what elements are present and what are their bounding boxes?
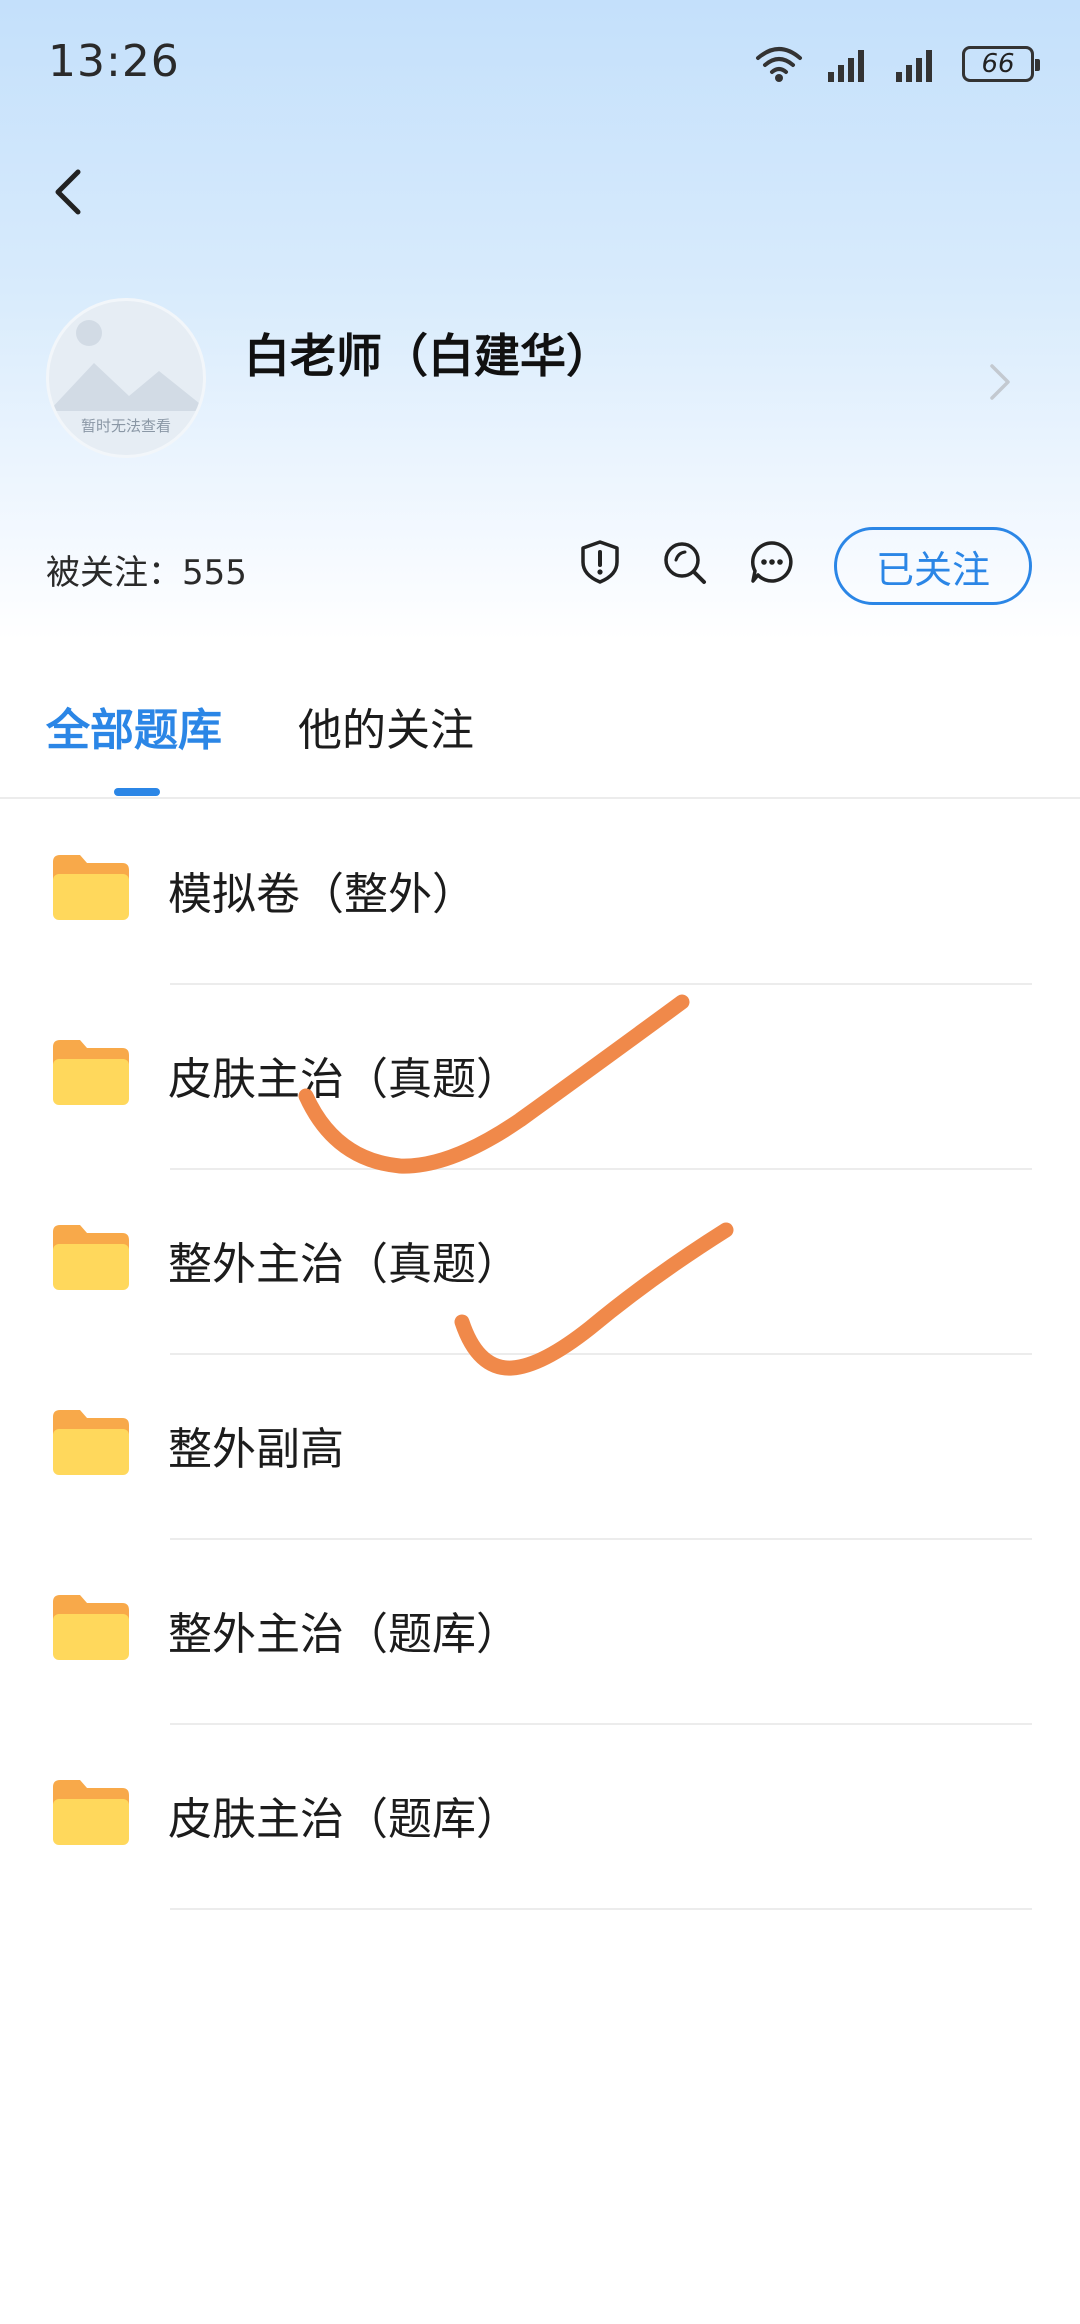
- shield-alert-icon[interactable]: [576, 538, 624, 586]
- tab-bar: 全部题库 他的关注: [0, 680, 1080, 798]
- list-item[interactable]: 皮肤主治（真题）: [0, 985, 1080, 1170]
- battery-icon: 66: [962, 46, 1040, 82]
- folder-icon: [53, 1410, 129, 1475]
- following-button[interactable]: 已关注: [834, 527, 1032, 605]
- folder-name: 整外主治（题库）: [168, 1609, 520, 1660]
- folder-icon: [53, 1040, 129, 1105]
- tab-all-question-banks[interactable]: 全部题库: [46, 694, 222, 758]
- divider: [170, 1908, 1032, 1910]
- search-icon[interactable]: [660, 538, 708, 586]
- battery-level: 66: [981, 49, 1015, 79]
- folder-name: 整外副高: [168, 1424, 344, 1475]
- chevron-right-icon[interactable]: [986, 360, 1014, 404]
- list-item[interactable]: 模拟卷（整外）: [0, 800, 1080, 985]
- tab-his-following[interactable]: 他的关注: [298, 694, 474, 758]
- status-time: 13:26: [48, 36, 180, 87]
- signal-icon: [828, 50, 864, 82]
- folder-icon: [53, 1225, 129, 1290]
- folder-name: 皮肤主治（真题）: [168, 1054, 520, 1105]
- folder-name: 模拟卷（整外）: [168, 869, 476, 920]
- folder-name: 整外主治（真题）: [168, 1239, 520, 1290]
- list-item[interactable]: 整外主治（真题）: [0, 1170, 1080, 1355]
- active-tab-indicator: [114, 788, 160, 796]
- status-icons: 66: [754, 40, 1040, 88]
- followers-count: 被关注：555: [46, 553, 247, 593]
- avatar[interactable]: 暂时无法查看: [46, 298, 206, 458]
- folder-icon: [53, 1780, 129, 1845]
- folder-icon: [53, 1595, 129, 1660]
- list-item[interactable]: 皮肤主治（题库）: [0, 1725, 1080, 1910]
- message-icon[interactable]: [748, 538, 796, 586]
- list-item[interactable]: 整外主治（题库）: [0, 1540, 1080, 1725]
- folder-icon: [53, 855, 129, 920]
- divider: [0, 797, 1080, 799]
- list-item[interactable]: 整外副高: [0, 1355, 1080, 1540]
- folder-name: 皮肤主治（题库）: [168, 1794, 520, 1845]
- folder-list: 模拟卷（整外） 皮肤主治（真题） 整外主治（真题） 整外副高 整外主治（题库）: [0, 800, 1080, 1910]
- back-arrow-icon[interactable]: [40, 160, 96, 224]
- wifi-icon: [756, 47, 802, 82]
- profile-name: 白老师（白建华）: [244, 329, 612, 383]
- avatar-caption: 暂时无法查看: [80, 417, 171, 435]
- signal-icon: [896, 50, 932, 82]
